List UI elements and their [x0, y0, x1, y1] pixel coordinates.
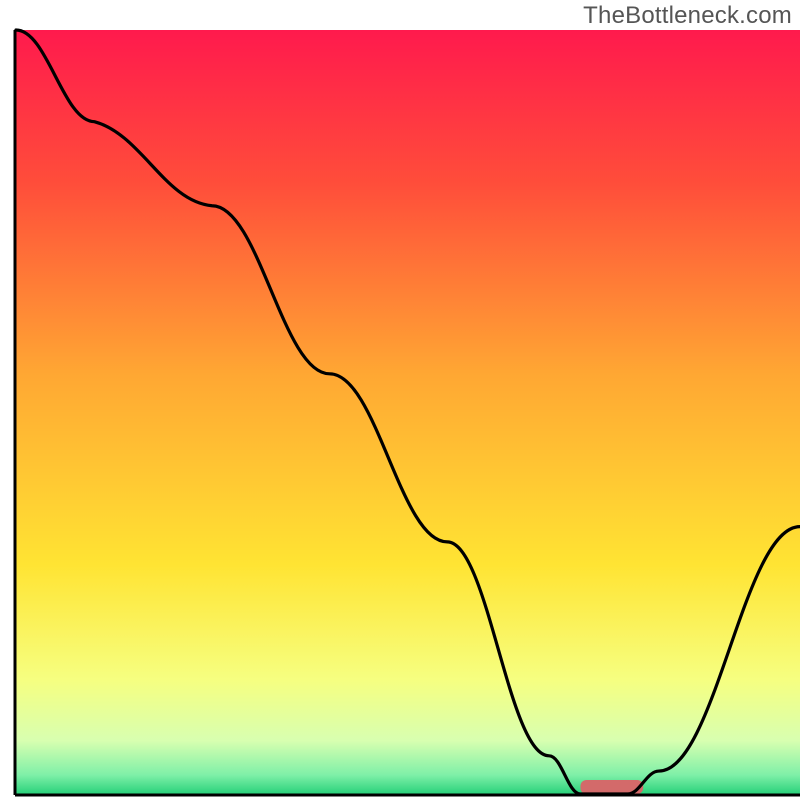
- bottleneck-chart: TheBottleneck.com: [0, 0, 800, 800]
- chart-svg: [0, 0, 800, 800]
